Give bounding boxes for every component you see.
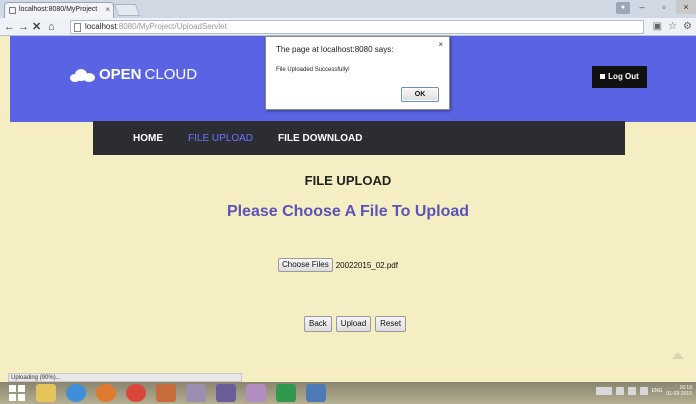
file-input: Choose Files 20022015_02.pdf: [278, 258, 398, 272]
tab-close-icon[interactable]: ×: [105, 5, 110, 14]
stop-icon[interactable]: ✕: [32, 20, 41, 34]
nav-file-download[interactable]: FILE DOWNLOAD: [278, 133, 362, 144]
chrome-icon[interactable]: [126, 384, 146, 402]
site-logo[interactable]: OPEN CLOUD: [68, 66, 197, 83]
page-subtitle: Please Choose A File To Upload: [226, 203, 470, 220]
dialog-close-icon[interactable]: ×: [438, 40, 443, 49]
page-action-icon[interactable]: ▣: [653, 21, 662, 32]
url-path: :8080/MyProject/UploadServlet: [116, 22, 227, 31]
clock-date: 01-03-2015: [666, 391, 692, 397]
browser-tab[interactable]: localhost:8080/MyProject ×: [4, 2, 114, 18]
app-icon-2[interactable]: [186, 384, 206, 402]
back-button[interactable]: Back: [304, 316, 332, 332]
back-arrow-icon[interactable]: ←: [4, 20, 15, 34]
page-info-icon: [74, 23, 81, 32]
selected-file-name: 20022015_02.pdf: [335, 260, 398, 270]
brand-bold: OPEN: [99, 66, 142, 83]
alert-dialog: The page at localhost:8080 says: × File …: [265, 36, 450, 110]
user-icon[interactable]: ●: [616, 2, 630, 14]
app-icon[interactable]: [156, 384, 176, 402]
status-bar: Uploading (90%)...: [8, 373, 242, 382]
section-title: FILE UPLOAD: [304, 173, 392, 188]
firefox-icon[interactable]: [96, 384, 116, 402]
nav-file-upload[interactable]: FILE UPLOAD: [188, 133, 253, 144]
tab-strip: localhost:8080/MyProject × ● – ▫ ×: [0, 0, 696, 18]
form-actions: Back Upload Reset: [304, 316, 407, 332]
page-icon: [9, 7, 16, 14]
wrench-menu-icon[interactable]: ⚙: [683, 21, 692, 32]
home-icon[interactable]: ⌂: [48, 20, 55, 34]
reset-button[interactable]: Reset: [375, 316, 407, 332]
maximize-button[interactable]: ▫: [654, 0, 674, 14]
app-icon-3[interactable]: [246, 384, 266, 402]
scroll-up-icon[interactable]: [672, 352, 684, 359]
system-tray: ENG 16:19 01-03-2015: [595, 385, 692, 397]
address-bar[interactable]: localhost:8080/MyProject/UploadServlet: [70, 20, 644, 34]
os-taskbar: ENG 16:19 01-03-2015: [0, 382, 696, 404]
internet-explorer-icon[interactable]: [66, 384, 86, 402]
clock[interactable]: 16:19 01-03-2015: [666, 385, 692, 397]
network-icon[interactable]: [627, 387, 636, 395]
logout-button[interactable]: Log Out: [592, 66, 647, 88]
ok-button[interactable]: OK: [401, 87, 439, 102]
forward-arrow-icon[interactable]: →: [18, 20, 29, 34]
main-nav: HOME FILE UPLOAD FILE DOWNLOAD: [93, 121, 625, 155]
volume-icon[interactable]: [639, 387, 648, 395]
choose-files-button[interactable]: Choose Files: [278, 258, 333, 272]
bookmark-star-icon[interactable]: ☆: [668, 21, 677, 32]
file-explorer-icon[interactable]: [36, 384, 56, 402]
tray-arrow-icon[interactable]: [615, 387, 624, 395]
url-host: localhost: [85, 22, 117, 31]
browser-toolbar: ← → ✕ ⌂ localhost:8080/MyProject/UploadS…: [0, 18, 696, 36]
dialog-message: File Uploaded Successfully!: [276, 67, 350, 73]
cloud-icon: [68, 68, 96, 82]
windows-start-icon[interactable]: [8, 384, 26, 402]
keyboard-icon[interactable]: [595, 387, 612, 395]
tab-label: localhost:8080/MyProject: [19, 6, 98, 13]
window-controls: ● – ▫ ×: [616, 0, 696, 18]
window-close-button[interactable]: ×: [676, 0, 696, 14]
language-indicator[interactable]: ENG: [652, 388, 663, 394]
visual-studio-icon[interactable]: [216, 384, 236, 402]
new-tab-button[interactable]: [113, 4, 141, 16]
virtualbox-icon[interactable]: [306, 384, 326, 402]
dialog-title: The page at localhost:8080 says:: [276, 45, 394, 54]
lock-icon: [600, 74, 606, 79]
toolbar-actions: ▣ ☆ ⚙: [653, 21, 692, 32]
nav-home[interactable]: HOME: [133, 133, 163, 144]
logout-label: Log Out: [608, 72, 639, 81]
brand-light: CLOUD: [144, 66, 198, 83]
upload-button[interactable]: Upload: [335, 316, 372, 332]
minimize-button[interactable]: –: [632, 0, 652, 14]
app-icon-4[interactable]: [276, 384, 296, 402]
